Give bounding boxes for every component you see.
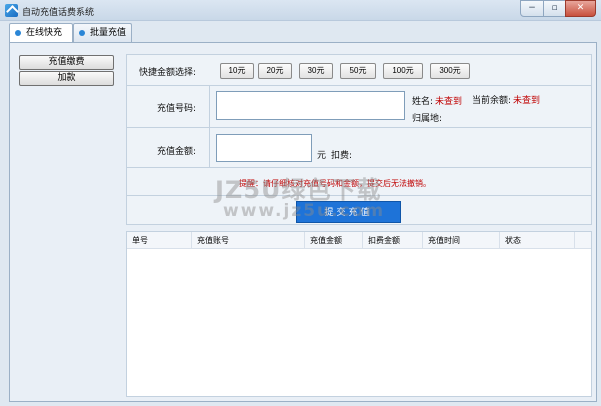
deduct-label: 扣费: xyxy=(331,151,353,161)
app-logo-icon xyxy=(5,4,18,17)
table-header: 单号 充值账号 充值金额 扣费金额 充值时间 状态 xyxy=(127,232,591,249)
recharge-form: 快捷金额选择: 10元 20元 30元 50元 100元 300元 充值号码: … xyxy=(126,54,592,225)
tab-label: 在线快充 xyxy=(26,28,63,38)
quick-amount-300-button[interactable]: 300元 xyxy=(430,63,470,79)
phone-number-label: 充值号码: xyxy=(157,104,197,114)
quick-amount-20-button[interactable]: 20元 xyxy=(258,63,292,79)
quick-amount-100-button[interactable]: 100元 xyxy=(383,63,423,79)
region-label: 归属地: xyxy=(412,114,443,124)
phone-number-input[interactable] xyxy=(216,91,405,120)
balance-value: 未查到 xyxy=(513,96,541,106)
tab-content-panel: 充值缴费 加款 快捷金额选择: 10元 20元 30元 50元 100元 300… xyxy=(9,42,597,402)
maximize-button[interactable]: ▫ xyxy=(543,0,566,17)
tab-online-quick-recharge[interactable]: 在线快充 xyxy=(9,23,73,43)
column-header-account: 充值账号 xyxy=(192,232,305,249)
recharge-records-table: 单号 充值账号 充值金额 扣费金额 充值时间 状态 xyxy=(126,231,592,397)
tab-bullet-icon xyxy=(15,30,21,36)
quick-amount-50-button[interactable]: 50元 xyxy=(340,63,376,79)
quick-amount-label: 快捷金额选择: xyxy=(139,68,197,78)
column-header-time: 充值时间 xyxy=(423,232,500,249)
name-label: 姓名: xyxy=(412,97,434,107)
divider xyxy=(209,85,210,167)
divider xyxy=(127,85,591,86)
divider xyxy=(127,127,591,128)
name-value: 未查到 xyxy=(435,97,463,107)
column-header-status: 状态 xyxy=(500,232,575,249)
tab-label: 批量充值 xyxy=(90,28,127,38)
quick-amount-10-button[interactable]: 10元 xyxy=(220,63,254,79)
title-bar: 自动充值话费系统 − ▫ ✕ xyxy=(0,0,601,21)
sidebar-item-add-funds[interactable]: 加款 xyxy=(19,71,114,86)
divider xyxy=(127,167,591,168)
quick-amount-30-button[interactable]: 30元 xyxy=(299,63,333,79)
column-header-deduct: 扣费金额 xyxy=(363,232,423,249)
tab-batch-recharge[interactable]: 批量充值 xyxy=(73,23,132,42)
sidebar-item-recharge[interactable]: 充值缴费 xyxy=(19,55,114,70)
minimize-button[interactable]: − xyxy=(520,0,544,17)
amount-input[interactable] xyxy=(216,134,312,162)
unit-label: 元 xyxy=(317,151,327,161)
tab-bullet-icon xyxy=(79,30,85,36)
notice-text: 提醒：请仔细核对充值号码和金额，提交后无法撤销。 xyxy=(239,179,431,188)
balance-label: 当前余额: xyxy=(472,96,512,106)
divider xyxy=(127,195,591,196)
submit-recharge-button[interactable]: 提交充值 xyxy=(296,201,401,223)
window-title: 自动充值话费系统 xyxy=(22,8,95,18)
close-button[interactable]: ✕ xyxy=(565,0,596,17)
column-header-amount: 充值金额 xyxy=(305,232,363,249)
amount-label: 充值金额: xyxy=(157,147,197,157)
column-header-order-no: 单号 xyxy=(127,232,192,249)
